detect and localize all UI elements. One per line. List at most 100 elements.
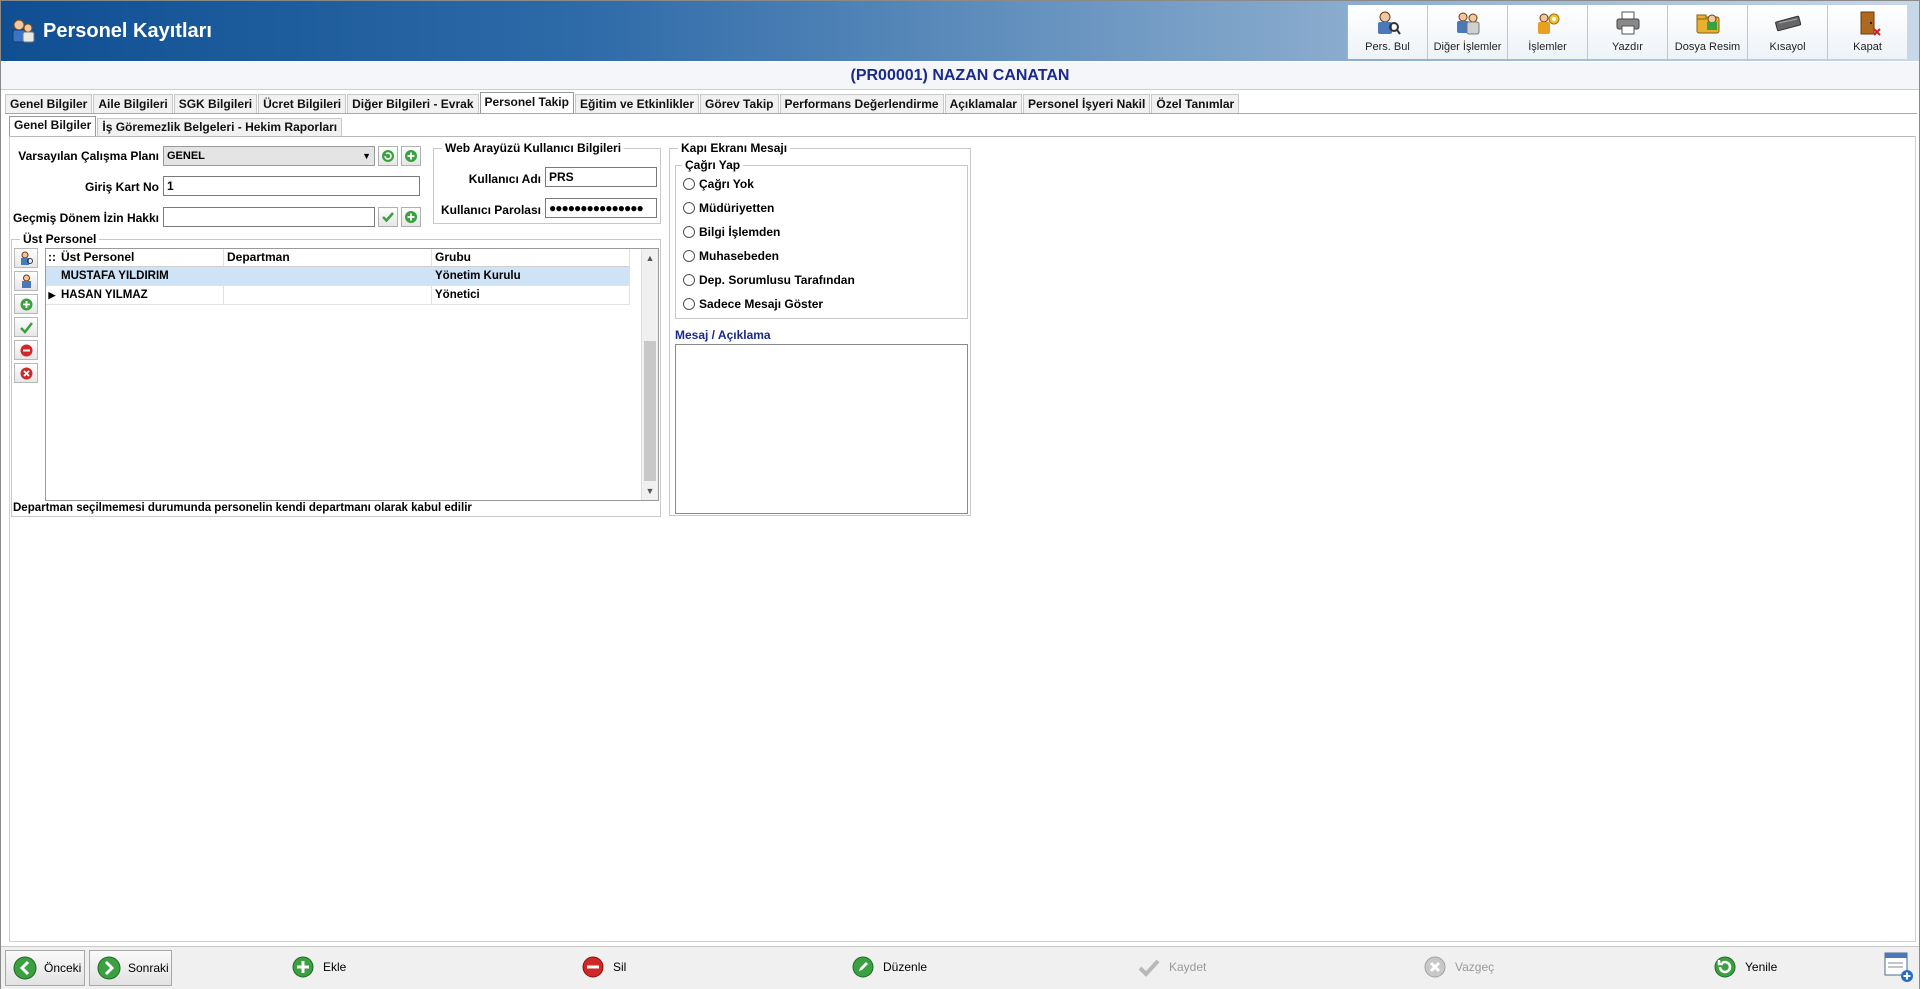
row-name: HASAN YILMAZ [58, 286, 224, 304]
tab-personel-takip[interactable]: Personel Takip [479, 92, 574, 113]
close-button[interactable]: Kapat [1827, 5, 1907, 59]
tab-gorev-takip[interactable]: Görev Takip [700, 94, 779, 113]
add-row-button[interactable] [14, 294, 38, 314]
tab-aciklamalar[interactable]: Açıklamalar [944, 94, 1022, 113]
add-izin-button[interactable] [401, 207, 421, 227]
find-person-button[interactable]: Pers. Bul [1347, 5, 1427, 59]
minus-icon [582, 956, 604, 978]
radio-cagri-yok[interactable]: Çağrı Yok [683, 177, 754, 191]
tab-genel-bilgiler[interactable]: Genel Bilgiler [5, 94, 93, 113]
next-button[interactable]: Sonraki [89, 950, 172, 986]
refresh-plan-button[interactable] [378, 146, 398, 166]
radio-bilgi-islemden[interactable]: Bilgi İşlemden [683, 225, 780, 239]
checkmark-icon [382, 212, 394, 223]
web-user-group-title: Web Arayüzü Kullanıcı Bilgileri [442, 141, 625, 155]
delete-row-button[interactable] [14, 363, 38, 383]
person-header: (PR00001) NAZAN CANATAN [850, 67, 1070, 84]
personnel-app-icon [12, 19, 35, 43]
plus-icon [292, 956, 314, 978]
tab-egitim[interactable]: Eğitim ve Etkinlikler [574, 94, 700, 113]
radio-sadece-mesaj[interactable]: Sadece Mesajı Göster [683, 297, 823, 311]
radio-muhasebeden[interactable]: Muhasebeden [683, 249, 779, 263]
subtab-genel-bilgiler[interactable]: Genel Bilgiler [9, 116, 97, 136]
tab-diger-bilgileri[interactable]: Diğer Bilgileri - Evrak [347, 94, 479, 113]
kapi-ekrani-title: Kapı Ekranı Mesajı [678, 141, 791, 155]
username-label: Kullanıcı Adı [468, 172, 541, 186]
ust-personel-grid: :: Üst Personel Departman Grubu MUSTAFA … [45, 248, 659, 501]
person-search-icon [1377, 11, 1401, 35]
delete-button[interactable]: Sil [581, 955, 626, 979]
scroll-thumb[interactable] [644, 341, 656, 481]
subtab-is-goremezlik[interactable]: İş Göremezlik Belgeleri - Hekim Raporlar… [97, 118, 343, 136]
previous-button[interactable]: Önceki [5, 950, 85, 986]
close-icon [20, 367, 32, 379]
keyboard-icon [1774, 15, 1801, 32]
add-plan-button[interactable] [401, 146, 421, 166]
arrow-left-icon [13, 956, 37, 980]
edit-icon [852, 956, 874, 978]
refresh-button[interactable]: Yenile [1713, 955, 1777, 979]
person-icon [21, 274, 31, 288]
grid-side-toolbar [14, 248, 41, 386]
radio-dep-sorumlusu[interactable]: Dep. Sorumlusu Tarafından [683, 273, 855, 287]
col-departman[interactable]: Departman [224, 249, 432, 266]
giris-kart-input[interactable] [163, 176, 420, 196]
toolbar: Pers. Bul Diğer İşlemler İşlemler Yazdır… [1347, 5, 1907, 59]
refresh-icon [1714, 956, 1736, 978]
find-superior-button[interactable] [14, 248, 38, 268]
shortcut-button[interactable]: Kısayol [1747, 5, 1827, 59]
other-operations-button[interactable]: Diğer İşlemler [1427, 5, 1507, 59]
select-superior-button[interactable] [14, 271, 38, 291]
col-ust-personel[interactable]: Üst Personel [58, 249, 224, 266]
table-row[interactable]: ▶ HASAN YILMAZ Yönetici [46, 286, 630, 305]
save-button[interactable]: Kaydet [1137, 955, 1206, 979]
calisma-plani-label: Varsayılan Çalışma Planı [18, 149, 159, 163]
plus-icon [405, 211, 417, 223]
tab-isyeri-nakil[interactable]: Personel İşyeri Nakil [1022, 94, 1151, 113]
tab-performans[interactable]: Performans Değerlendirme [779, 94, 944, 113]
table-row[interactable]: MUSTAFA YILDIRIM Yönetim Kurulu [46, 267, 630, 286]
gear-people-icon [1537, 13, 1559, 34]
chevron-down-icon: ▼ [362, 151, 371, 161]
radio-mudiriyetten[interactable]: Müdüriyetten [683, 201, 774, 215]
row-departman [224, 286, 432, 304]
operations-button[interactable]: İşlemler [1507, 5, 1587, 59]
confirm-row-button[interactable] [14, 317, 38, 337]
row-grubu: Yönetici [432, 286, 630, 304]
mesaj-textarea[interactable] [675, 344, 968, 514]
person-header-bar: (PR00001) NAZAN CANATAN [1, 62, 1919, 90]
grid-scrollbar[interactable]: ▲ ▼ [641, 249, 658, 500]
chevron-up-icon[interactable]: ▲ [642, 251, 658, 265]
arrow-right-icon [97, 956, 121, 980]
edit-button[interactable]: Düzenle [851, 955, 927, 979]
calisma-plani-select[interactable]: GENEL ▼ [163, 146, 375, 166]
grid-corner-icon: :: [48, 250, 56, 264]
row-departman [224, 267, 432, 285]
print-button[interactable]: Yazdır [1587, 5, 1667, 59]
tab-sgk-bilgileri[interactable]: SGK Bilgileri [173, 94, 258, 113]
gecmis-izin-input[interactable] [163, 207, 375, 227]
password-input[interactable] [545, 198, 657, 218]
cancel-icon [1424, 956, 1446, 978]
file-image-button[interactable]: Dosya Resim [1667, 5, 1747, 59]
col-grubu[interactable]: Grubu [432, 249, 630, 266]
row-grubu: Yönetim Kurulu [432, 267, 630, 285]
confirm-izin-button[interactable] [378, 207, 398, 227]
gecmis-izin-label: Geçmiş Dönem İzin Hakkı [12, 211, 159, 225]
cagri-yap-title: Çağrı Yap [682, 158, 744, 172]
add-button[interactable]: Ekle [291, 955, 346, 979]
people-icon [1456, 12, 1479, 35]
tab-ozel-tanimlar[interactable]: Özel Tanımlar [1151, 94, 1240, 113]
cancel-button[interactable]: Vazgeç [1423, 955, 1494, 979]
row-pointer-icon: ▶ [48, 290, 56, 300]
remove-row-button[interactable] [14, 340, 38, 360]
username-input[interactable] [545, 167, 657, 187]
printer-icon [1616, 11, 1639, 35]
person-search-icon [20, 251, 33, 265]
main-tabs: Genel Bilgiler Aile Bilgileri SGK Bilgil… [5, 92, 1240, 113]
chevron-down-icon[interactable]: ▼ [642, 484, 658, 498]
window-add-icon[interactable] [1883, 950, 1915, 984]
tab-ucret-bilgileri[interactable]: Ücret Bilgileri [258, 94, 347, 113]
giris-kart-label: Giriş Kart No [84, 180, 159, 194]
tab-aile-bilgileri[interactable]: Aile Bilgileri [93, 94, 173, 113]
